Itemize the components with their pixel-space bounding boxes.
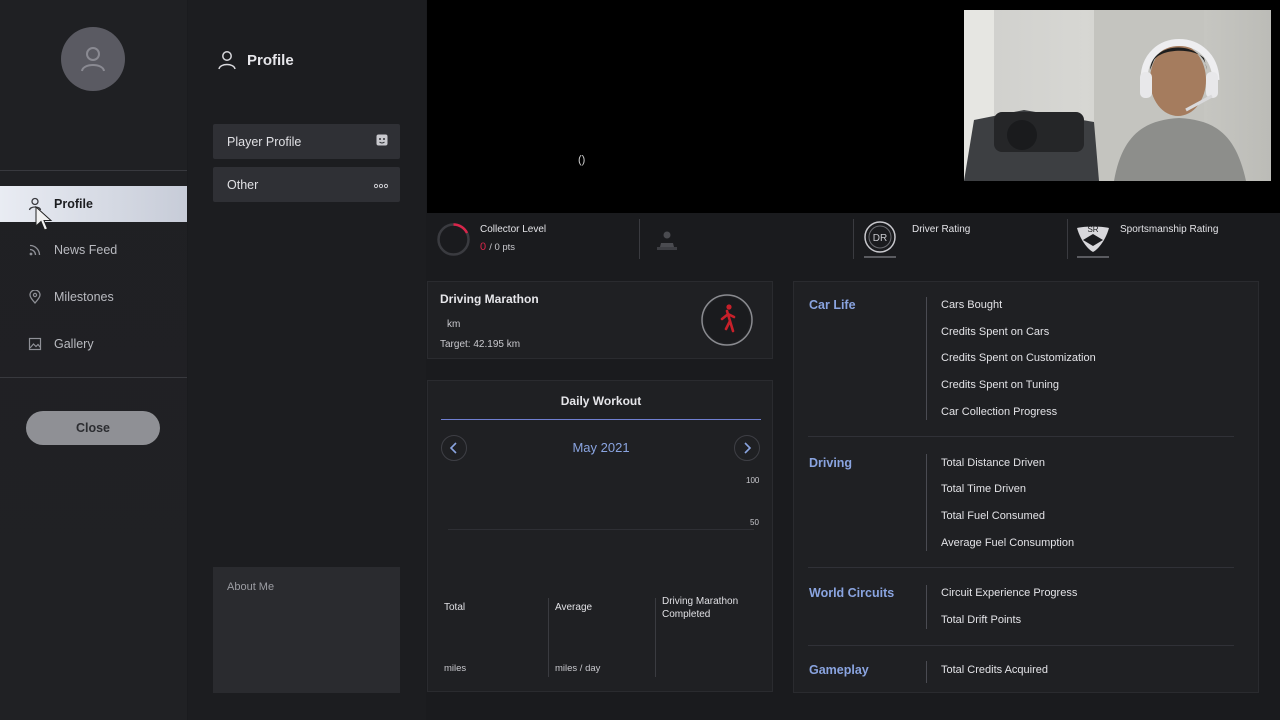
divider <box>926 585 927 629</box>
more-dots-icon <box>373 178 389 192</box>
sidebar-item-milestones[interactable]: Milestones <box>0 279 187 315</box>
stat-row[interactable]: Average Fuel Consumption <box>941 537 1074 549</box>
divider <box>808 567 1234 568</box>
chart-tick-100: 100 <box>746 476 760 485</box>
mouse-cursor-icon <box>35 206 53 231</box>
collector-level-ring-icon <box>437 223 470 256</box>
collector-points-rest: / 0 pts <box>489 242 516 253</box>
summary-marathon-label: Driving Marathon Completed <box>662 596 739 620</box>
collector-level-label: Collector Level <box>480 224 547 235</box>
stat-row[interactable]: Total Fuel Consumed <box>941 510 1045 522</box>
sidebar-item-gallery[interactable]: Gallery <box>0 326 187 362</box>
summary-average-label: Average <box>555 602 593 613</box>
menu-label: Other <box>227 177 259 192</box>
sportsmanship-label: Sportsmanship Rating <box>1120 224 1219 235</box>
chart-gridline <box>448 529 754 530</box>
divider <box>808 436 1234 437</box>
stat-row[interactable]: Total Distance Driven <box>941 457 1045 469</box>
month-label: May 2021 <box>572 440 630 455</box>
page-title: Profile <box>217 50 294 70</box>
video-overlay-text: () <box>578 154 586 166</box>
marathon-title: Driving Marathon <box>440 292 539 306</box>
sidebar-item-profile[interactable]: Profile <box>0 186 187 222</box>
collector-points-value: 0 <box>480 241 487 253</box>
summary-total-unit: miles <box>444 663 467 674</box>
runner-icon <box>701 294 753 346</box>
stat-row[interactable]: Total Time Driven <box>941 483 1026 495</box>
stat-row[interactable]: Credits Spent on Customization <box>941 352 1096 364</box>
divider <box>808 645 1234 646</box>
divider <box>0 170 187 171</box>
face-icon <box>376 134 388 149</box>
chart-tick-50: 50 <box>750 518 759 527</box>
driver-rating-badge-text: DR <box>873 233 887 244</box>
stat-row[interactable]: Total Drift Points <box>941 614 1021 626</box>
driver-rating-label: Driver Rating <box>912 224 971 235</box>
page-title-text: Profile <box>247 51 294 69</box>
divider <box>926 454 927 551</box>
stat-row[interactable]: Cars Bought <box>941 299 1002 311</box>
avatar[interactable] <box>61 27 125 91</box>
divider <box>1067 219 1068 259</box>
stat-row[interactable]: Total Credits Acquired <box>941 664 1048 676</box>
divider <box>639 219 640 259</box>
summary-average-unit: miles / day <box>555 663 601 674</box>
category-driving: Driving <box>809 456 853 470</box>
stats-list-card <box>793 281 1259 693</box>
divider <box>926 297 927 420</box>
divider <box>548 598 549 677</box>
webcam-image <box>964 10 1246 181</box>
divider <box>853 219 854 259</box>
category-world-circuits: World Circuits <box>809 586 895 600</box>
marathon-target: Target: 42.195 km <box>440 339 521 350</box>
sidebar-item-news-feed[interactable]: News Feed <box>0 232 187 268</box>
marathon-unit: km <box>447 319 461 330</box>
player-profile-button[interactable]: Player Profile <box>213 124 400 159</box>
person-icon <box>217 50 237 70</box>
sportsmanship-badge-text: SR <box>1087 225 1098 234</box>
stat-row[interactable]: Credits Spent on Cars <box>941 326 1049 338</box>
workout-tab-underline <box>441 419 761 420</box>
workout-title: Daily Workout <box>560 394 642 408</box>
divider <box>655 598 656 677</box>
driver-rating-badge-icon: DR <box>864 221 896 258</box>
summary-total-label: Total <box>444 602 466 613</box>
sidebar-item-label: Gallery <box>54 337 94 351</box>
collector-points: 0 / 0 pts <box>480 241 515 253</box>
category-gameplay: Gameplay <box>809 663 869 677</box>
sidebar-item-label: Milestones <box>54 290 114 304</box>
sportsmanship-badge-icon: SR <box>1077 225 1109 258</box>
chevron-right-icon <box>744 442 752 454</box>
location-pin-icon <box>28 290 42 304</box>
stat-row[interactable]: Circuit Experience Progress <box>941 587 1077 599</box>
driving-marathon-card: Driving Marathon km Target: 42.195 km <box>427 281 773 359</box>
stat-row[interactable]: Car Collection Progress <box>941 406 1057 418</box>
podium-icon <box>657 231 677 250</box>
sidebar: Profile News Feed Milestones Gallery Clo… <box>0 0 187 720</box>
next-month-button[interactable] <box>734 435 760 461</box>
close-button[interactable]: Close <box>26 411 160 445</box>
menu-label: Player Profile <box>227 134 302 149</box>
other-button[interactable]: Other <box>213 167 400 202</box>
rss-icon <box>28 243 42 257</box>
daily-workout-card: Daily Workout May 2021 100 50 Total mile… <box>427 380 773 692</box>
about-me-box[interactable]: About Me <box>213 567 400 693</box>
sidebar-item-label: News Feed <box>54 243 118 257</box>
divider <box>926 661 927 683</box>
webcam-feed <box>964 10 1271 181</box>
gallery-icon <box>28 337 42 351</box>
profile-panel: Profile Player Profile Other About Me <box>188 0 426 720</box>
stat-row[interactable]: Credits Spent on Tuning <box>941 379 1059 391</box>
about-me-label: About Me <box>227 581 275 593</box>
category-car-life: Car Life <box>809 298 856 312</box>
sidebar-item-label: Profile <box>54 197 93 211</box>
person-icon <box>81 47 105 72</box>
divider <box>0 377 187 378</box>
